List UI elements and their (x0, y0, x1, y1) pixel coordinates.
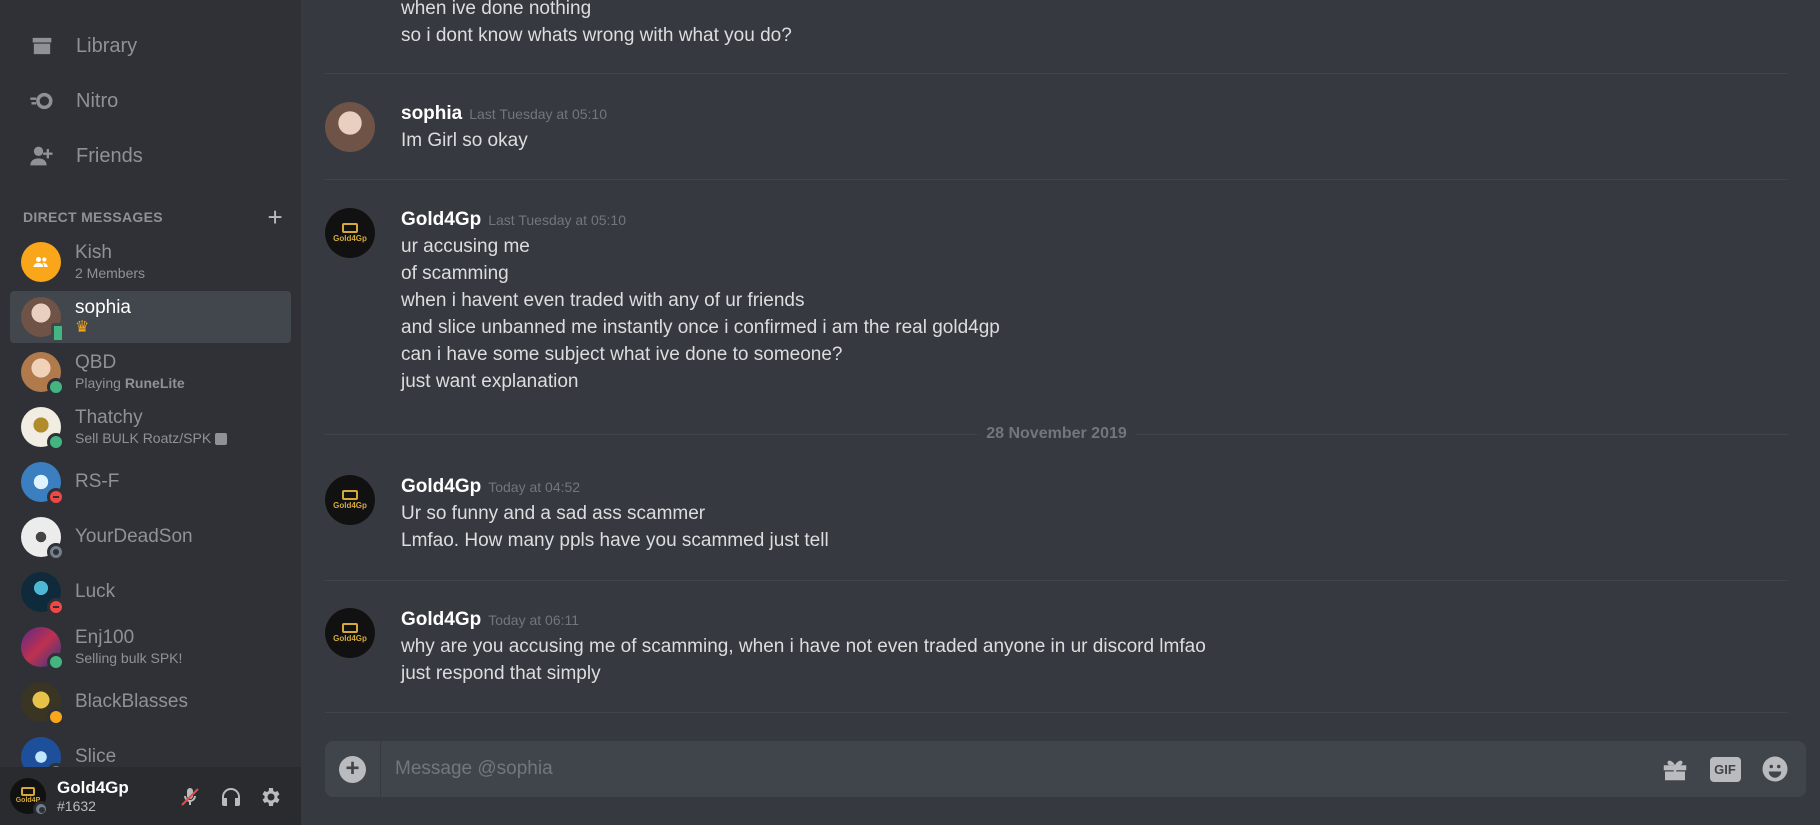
message-composer: + GIF (325, 741, 1806, 797)
dm-item-qbd[interactable]: QBD Playing RuneLite (10, 346, 291, 398)
online-status-icon (47, 378, 65, 396)
nav-nitro-label: Nitro (76, 89, 119, 112)
user-panel: Gold4P Gold4Gp #1632 (0, 767, 301, 825)
dm-name: Kish (75, 242, 112, 263)
note-icon (215, 433, 228, 446)
activity-prefix: Playing (75, 375, 125, 391)
dm-custom-status: Selling bulk SPK! (75, 650, 183, 666)
nav-library[interactable]: Library (10, 24, 291, 68)
dm-item-thatchy[interactable]: Thatchy Sell BULK Roatz/SPK (10, 401, 291, 453)
nav-friends-label: Friends (76, 144, 143, 167)
create-dm-icon[interactable]: + (268, 204, 283, 230)
nitro-icon (27, 86, 57, 116)
discord-app: Library Nitro Friends DIRECT MESSAGES + (0, 0, 1820, 825)
smiley-icon (1762, 756, 1788, 782)
dm-name: sophia (75, 297, 131, 318)
dm-item-kish[interactable]: Kish 2 Members (10, 236, 291, 288)
online-status-icon (47, 653, 65, 671)
headphones-icon (222, 788, 240, 806)
microphone-muted-icon (181, 788, 199, 806)
deafen-button[interactable] (218, 784, 244, 810)
offline-status-icon (47, 543, 65, 561)
dm-item-luck[interactable]: Luck (10, 566, 291, 618)
dm-item-enj100[interactable]: Enj100 Selling bulk SPK! (10, 621, 291, 673)
library-icon (27, 31, 57, 61)
current-username: Gold4Gp (57, 778, 129, 797)
custom-status-text: Sell BULK Roatz/SPK (75, 430, 212, 446)
user-avatar (21, 462, 65, 506)
user-avatar (21, 572, 65, 616)
dm-name: Thatchy (75, 407, 143, 428)
dm-name: Luck (75, 581, 116, 602)
user-avatar (21, 297, 65, 343)
mute-microphone-button[interactable] (177, 784, 203, 810)
user-avatar (21, 517, 65, 561)
activity-game: RuneLite (124, 375, 185, 391)
dm-custom-status: Sell BULK Roatz/SPK (75, 429, 228, 447)
dm-section-header: DIRECT MESSAGES + (23, 204, 283, 230)
group-icon (33, 257, 48, 267)
gear-icon (262, 788, 280, 806)
current-user-tag: #1632 (57, 798, 96, 814)
online-status-icon (47, 433, 65, 451)
user-avatar (21, 627, 65, 671)
dm-name: BlackBlasses (75, 691, 188, 712)
friends-icon (27, 141, 57, 171)
idle-status-icon (47, 708, 65, 726)
dm-item-rs-f[interactable]: RS-F (10, 456, 291, 508)
dm-item-yourdeadson[interactable]: YourDeadSon (10, 511, 291, 563)
mobile-status-icon (51, 323, 65, 343)
dm-name: YourDeadSon (75, 526, 193, 547)
emoji-button[interactable] (1750, 741, 1800, 797)
nav-library-label: Library (76, 34, 138, 57)
user-avatar (21, 682, 65, 726)
user-avatar[interactable]: Gold4P (10, 778, 49, 817)
dm-item-sophia[interactable]: sophia ♛ (10, 291, 291, 343)
gift-icon (1663, 760, 1687, 781)
user-avatar (21, 352, 65, 396)
dm-sidebar: Library Nitro Friends DIRECT MESSAGES + (0, 0, 301, 825)
card-icon (21, 787, 35, 796)
user-avatar (21, 407, 65, 451)
plus-circle-icon: + (339, 755, 366, 783)
dm-subtext: 2 Members (75, 265, 146, 281)
offline-status-icon (33, 801, 49, 817)
gif-button[interactable]: GIF (1700, 741, 1750, 797)
dm-activity: Playing RuneLite (75, 374, 185, 392)
upload-button[interactable]: + (325, 741, 381, 797)
chat-area (301, 0, 1820, 825)
message-input[interactable] (381, 741, 1650, 797)
dm-item-blackblasses[interactable]: BlackBlasses (10, 676, 291, 728)
gif-icon: GIF (1709, 756, 1741, 782)
user-settings-button[interactable] (258, 784, 284, 810)
dm-name: QBD (75, 352, 117, 373)
dm-name: RS-F (75, 471, 120, 492)
group-avatar (21, 242, 61, 282)
nav-friends[interactable]: Friends (10, 134, 291, 178)
nav-nitro[interactable]: Nitro (10, 79, 291, 123)
dm-section-title: DIRECT MESSAGES (23, 209, 163, 225)
dm-name: Enj100 (75, 627, 135, 648)
crown-badge-icon: ♛ (75, 319, 90, 336)
dnd-status-icon (47, 488, 65, 506)
dnd-status-icon (47, 598, 65, 616)
gift-button[interactable] (1650, 741, 1700, 797)
dm-name: Slice (75, 746, 117, 767)
